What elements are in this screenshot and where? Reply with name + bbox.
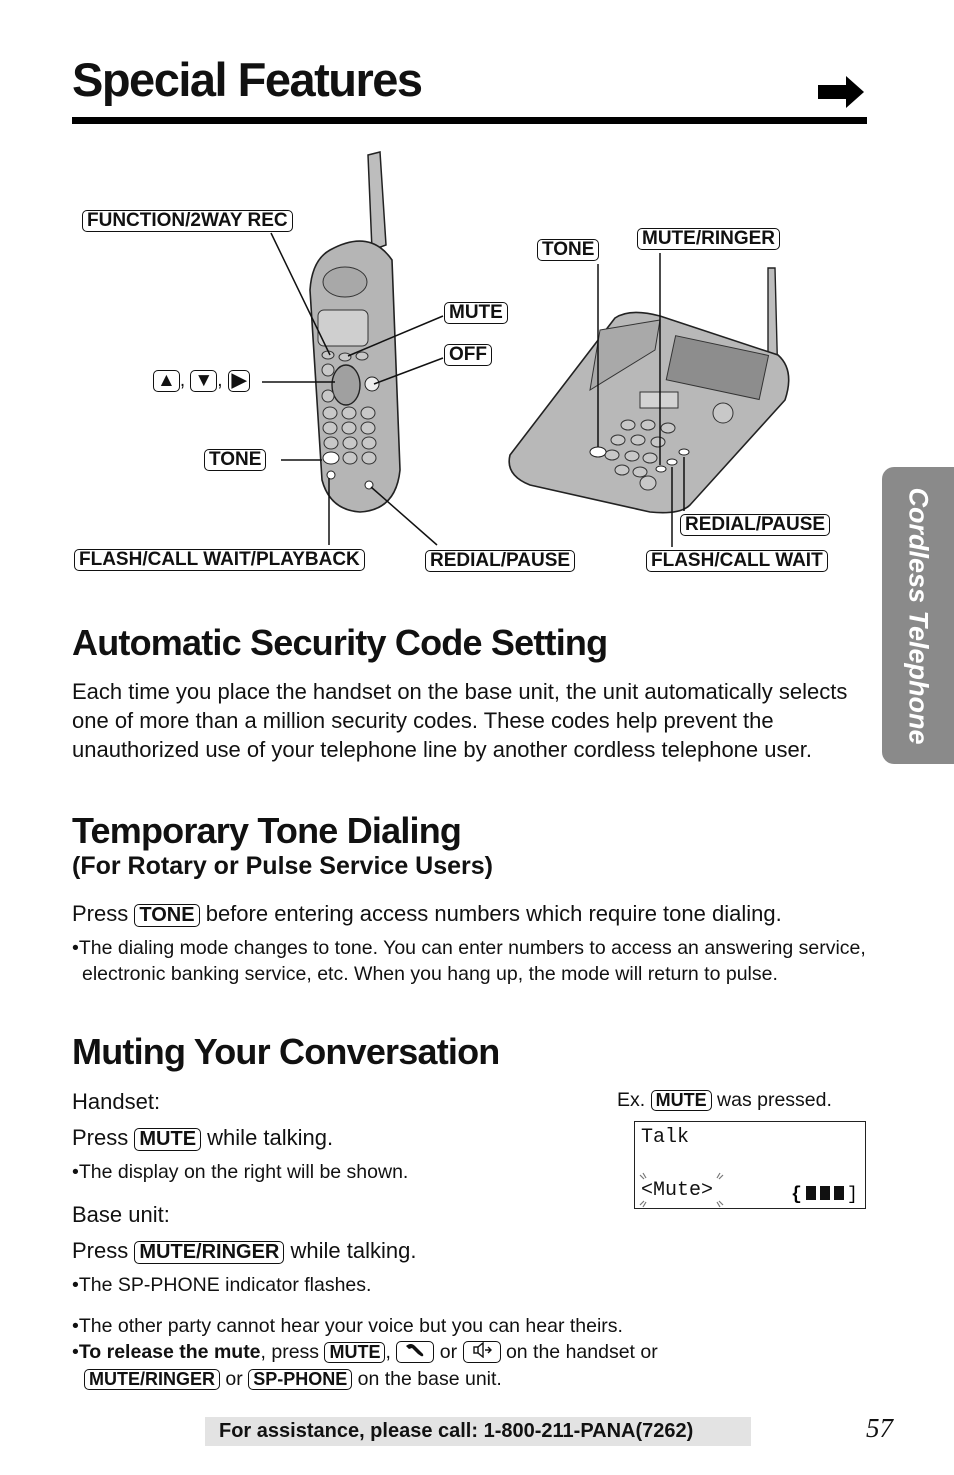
or-text: or bbox=[439, 1341, 458, 1363]
tone-key: TONE bbox=[134, 904, 200, 927]
base-tone-key-label: TONE bbox=[537, 239, 600, 261]
note-text: The other party cannot hear your voice b… bbox=[78, 1315, 623, 1337]
base-unit-bullet: •The SP-PHONE indicator flashes. bbox=[72, 1274, 372, 1296]
note-text: on the base unit. bbox=[357, 1368, 502, 1390]
mute-ringer-key: MUTE/RINGER bbox=[134, 1241, 285, 1264]
svg-text:]: ] bbox=[847, 1185, 857, 1203]
side-tab-label: Cordless Telephone bbox=[903, 486, 934, 745]
release-mute-ringer-key: MUTE/RINGER bbox=[84, 1369, 220, 1390]
or-text: or bbox=[225, 1368, 243, 1390]
base-flash-call-wait-key-label: FLASH/CALL WAIT bbox=[646, 550, 828, 572]
flash-marks-icon bbox=[639, 1172, 724, 1208]
speakerphone-icon bbox=[462, 1341, 501, 1363]
phone-diagram bbox=[262, 151, 790, 547]
up-arrow-key-icon: ▲ bbox=[153, 370, 180, 392]
tone-dialing-instruction: Press TONE before entering access number… bbox=[72, 899, 782, 928]
base-redial-pause-key-label: REDIAL/PAUSE bbox=[680, 514, 831, 536]
instruction-text: before entering access numbers which req… bbox=[205, 901, 782, 926]
handset-instruction: Press MUTE while talking. bbox=[72, 1123, 333, 1152]
separator: , bbox=[217, 370, 223, 391]
separator: , bbox=[179, 370, 186, 391]
down-arrow-key-icon: ▼ bbox=[190, 370, 218, 392]
assistance-text: For assistance, please call: 1-800-211-P… bbox=[219, 1420, 694, 1442]
base-unit-label: Base unit: bbox=[72, 1202, 170, 1227]
note-text: on the handset or bbox=[505, 1341, 658, 1363]
mute-note-2: •To release the mute, press MUTE, or on … bbox=[72, 1341, 658, 1363]
handset-redial-pause-key-label: REDIAL/PAUSE bbox=[425, 550, 576, 572]
nav-keys-label: ▲, ▼, ▶ bbox=[153, 370, 251, 392]
svg-text:{: { bbox=[791, 1185, 802, 1203]
example-prefix: Ex. bbox=[617, 1089, 646, 1111]
mute-note-2-cont: MUTE/RINGER or SP-PHONE on the base unit… bbox=[84, 1366, 502, 1392]
press-text: Press bbox=[72, 901, 129, 926]
muting-heading: Muting Your Conversation bbox=[72, 1031, 500, 1072]
bullet-text: The display on the right will be shown. bbox=[78, 1161, 409, 1183]
mute-note-1: •The other party cannot hear your voice … bbox=[72, 1315, 623, 1337]
phone-talk-icon bbox=[396, 1341, 435, 1363]
page-number: 57 bbox=[866, 1413, 893, 1443]
security-body: Each time you place the handset on the b… bbox=[72, 679, 848, 762]
separator: , bbox=[385, 1341, 391, 1363]
note-bold-text: To release the mute bbox=[78, 1341, 261, 1363]
example-suffix: was pressed. bbox=[717, 1089, 832, 1111]
tone-dialing-subheading: (For Rotary or Pulse Service Users) bbox=[72, 852, 493, 880]
sp-phone-key: SP-PHONE bbox=[248, 1369, 353, 1390]
handset-tone-key-label: TONE bbox=[204, 449, 267, 471]
right-arrow-key-icon: ▶ bbox=[227, 370, 251, 392]
base-unit-instruction: Press MUTE/RINGER while talking. bbox=[72, 1236, 416, 1265]
display-line-1: Talk bbox=[641, 1126, 690, 1149]
base-unit-illustration bbox=[508, 267, 790, 514]
release-mute-key: MUTE bbox=[324, 1342, 386, 1363]
handset-label: Handset: bbox=[72, 1089, 161, 1114]
bullet-text: The dialing mode changes to tone. You ca… bbox=[78, 937, 866, 985]
press-text: Press bbox=[72, 1125, 129, 1150]
handset-bullet: •The display on the right will be shown. bbox=[72, 1161, 409, 1183]
example-caption: Ex. MUTE was pressed. bbox=[617, 1087, 832, 1113]
example-mute-key: MUTE bbox=[650, 1090, 712, 1111]
instruction-text: while talking. bbox=[290, 1238, 417, 1263]
handset-display-example: Talk <Mute> { ] bbox=[634, 1121, 866, 1209]
function-2way-rec-key-label: FUNCTION/2WAY REC bbox=[82, 210, 293, 232]
tone-dialing-heading: Temporary Tone Dialing bbox=[72, 810, 462, 851]
mute-key: MUTE bbox=[134, 1128, 202, 1151]
press-text: Press bbox=[72, 1238, 129, 1263]
tone-dialing-bullet: •The dialing mode changes to tone. You c… bbox=[72, 937, 866, 985]
security-heading: Automatic Security Code Setting bbox=[72, 622, 608, 663]
note-text: , press bbox=[260, 1341, 320, 1363]
handset-mute-key-label: MUTE bbox=[444, 302, 508, 324]
handset-off-key-label: OFF bbox=[444, 344, 492, 366]
base-mute-ringer-key-label: MUTE/RINGER bbox=[637, 228, 780, 250]
instruction-text: while talking. bbox=[207, 1125, 334, 1150]
section-side-tab: Cordless Telephone bbox=[882, 467, 954, 764]
assistance-footer: For assistance, please call: 1-800-211-P… bbox=[205, 1417, 751, 1446]
flash-call-wait-playback-key-label: FLASH/CALL WAIT/PLAYBACK bbox=[74, 549, 365, 571]
battery-full-icon: { ] bbox=[791, 1185, 857, 1203]
bullet-text: The SP-PHONE indicator flashes. bbox=[78, 1274, 372, 1296]
handset-illustration bbox=[309, 151, 401, 513]
